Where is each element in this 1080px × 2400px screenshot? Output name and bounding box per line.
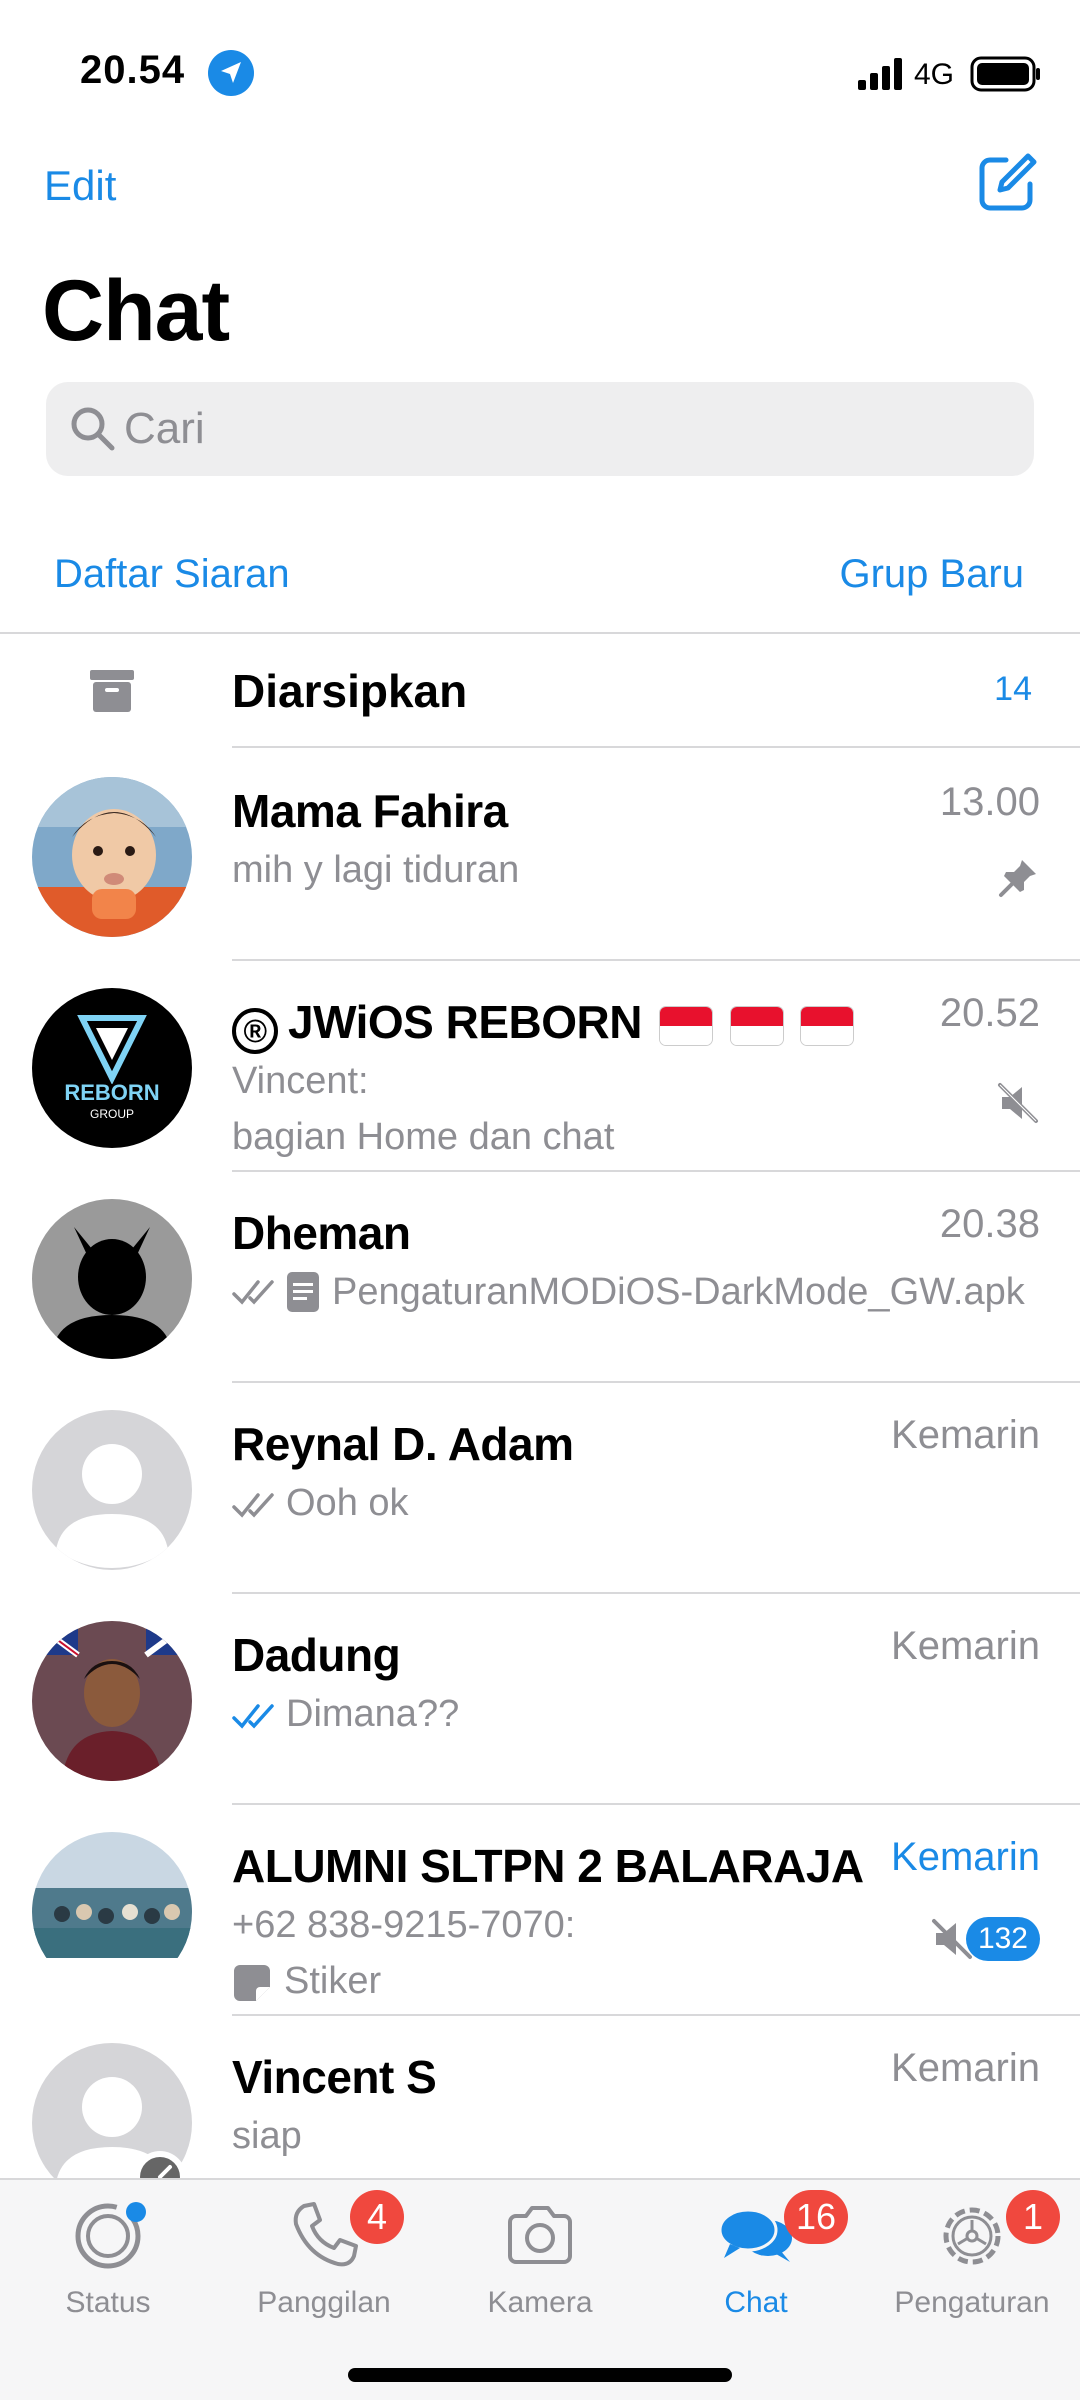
edit-button[interactable]: Edit: [44, 162, 116, 210]
unread-badge: 132: [965, 1917, 1040, 1961]
status-time: 20.54: [80, 48, 186, 92]
tab-label: Panggilan: [257, 2286, 391, 2319]
chat-time: 13.00: [939, 780, 1040, 824]
mute-icon: [998, 1083, 1038, 1123]
double-check-icon: [232, 1493, 274, 1518]
avatar: REBORN GROUP: [32, 988, 192, 1148]
camera-icon: [508, 2206, 572, 2264]
chat-badge: 16: [784, 2190, 849, 2244]
compose-icon[interactable]: [976, 152, 1038, 214]
chat-message: Ooh ok: [232, 1475, 1032, 1531]
document-icon: [287, 1272, 319, 1312]
search-bar[interactable]: [46, 382, 1034, 476]
chat-message: PengaturanMODiOS-DarkMode_GW.apk: [232, 1264, 1032, 1320]
location-icon: [208, 50, 254, 96]
network-type: 4G: [914, 58, 955, 91]
pin-icon: [999, 860, 1036, 897]
chat-row[interactable]: Dadung Kemarin Dimana??: [0, 1594, 1080, 1805]
chat-sender: Vincent:: [232, 1060, 369, 1102]
avatar: [32, 1832, 192, 1992]
chat-message-text: Stiker: [284, 1960, 382, 2002]
double-check-blue-icon: [232, 1704, 274, 1729]
sticker-icon: [234, 1964, 270, 2001]
chat-message-text: Dimana??: [286, 1693, 460, 1735]
archived-count: 14: [994, 670, 1032, 708]
chat-message-text: bagian Home dan chat: [232, 1116, 615, 1158]
tab-chat[interactable]: 16 Chat: [666, 2190, 849, 2348]
avatar: [32, 777, 192, 937]
search-input[interactable]: [124, 382, 1004, 476]
chat-bubbles-icon: [718, 2208, 792, 2262]
search-icon: [71, 407, 115, 451]
chat-message: siap: [232, 2115, 302, 2157]
chat-message: +62 838-9215-7070: Stiker: [232, 1897, 1032, 2009]
status-bar: 20.54 4G: [0, 0, 1080, 140]
battery-icon: [970, 56, 1040, 92]
archived-label: Diarsipkan: [232, 665, 468, 717]
avatar: [32, 1410, 192, 1570]
svg-text:GROUP: GROUP: [90, 1107, 134, 1121]
chat-message: Dimana??: [232, 1686, 1032, 1742]
tab-status[interactable]: Status: [18, 2198, 198, 2348]
chat-row[interactable]: Reynal D. Adam Kemarin Ooh ok: [0, 1383, 1080, 1594]
avatar: [32, 1621, 192, 1781]
chat-message: Vincent: bagian Home dan chat: [232, 1053, 1032, 1165]
chat-message-text: PengaturanMODiOS-DarkMode_GW.apk: [332, 1271, 1025, 1313]
gear-icon: [943, 2207, 1001, 2265]
chat-name-text: JWiOS REBORN: [288, 996, 642, 1048]
registered-prefix: ®: [232, 1008, 278, 1054]
tab-bar: Status 4 Panggilan Kamera 16 Chat 1 Peng…: [0, 2178, 1080, 2400]
status-new-dot: [126, 2202, 146, 2222]
flag-indonesia-icon: [660, 1006, 713, 1045]
page-title: Chat: [42, 263, 230, 359]
new-group-link[interactable]: Grup Baru: [839, 552, 1024, 597]
tab-label: Chat: [724, 2286, 788, 2319]
svg-text:REBORN: REBORN: [64, 1080, 159, 1105]
archived-row[interactable]: Diarsipkan 14: [0, 634, 1080, 748]
chat-name: Dheman: [232, 1207, 411, 1259]
chat-row[interactable]: REBORN GROUP ® JWiOS REBORN 20.52 Vincent…: [0, 961, 1080, 1172]
tab-label: Kamera: [487, 2286, 593, 2319]
chat-row[interactable]: Dheman 20.38 PengaturanMODiOS-DarkMode_G…: [0, 1172, 1080, 1383]
chat-time: Kemarin: [891, 2046, 1040, 2090]
calls-badge: 4: [350, 2190, 404, 2244]
divider: [232, 746, 1080, 748]
chat-time: Kemarin: [891, 1835, 1040, 1879]
chat-row[interactable]: Mama Fahira 13.00 mih y lagi tiduran: [0, 750, 1080, 961]
archive-box-icon: [90, 670, 134, 712]
chat-time: 20.52: [939, 991, 1040, 1035]
tab-label: Pengaturan: [894, 2286, 1050, 2319]
chat-time: Kemarin: [891, 1413, 1040, 1457]
chat-time: Kemarin: [891, 1624, 1040, 1668]
chat-message-text: Ooh ok: [286, 1482, 409, 1524]
double-check-icon: [232, 1280, 274, 1305]
chat-name: ALUMNI SLTPN 2 BALARAJA: [232, 1840, 864, 1892]
tab-label: Status: [65, 2286, 151, 2319]
broadcast-list-link[interactable]: Daftar Siaran: [54, 552, 290, 597]
avatar: [32, 1199, 192, 1359]
chat-name: Reynal D. Adam: [232, 1418, 574, 1470]
chat-row[interactable]: ALUMNI SLTPN 2 BALARAJA Kemarin +62 838-…: [0, 1805, 1080, 2016]
home-indicator[interactable]: [348, 2368, 732, 2382]
chat-message: mih y lagi tiduran: [232, 849, 520, 891]
settings-badge: 1: [1006, 2190, 1060, 2244]
signal-icon: [858, 58, 902, 90]
chat-name: Mama Fahira: [232, 785, 508, 837]
tab-camera[interactable]: Kamera: [450, 2198, 630, 2348]
chat-name: Vincent S: [232, 2051, 437, 2103]
flag-indonesia-icon: [730, 1006, 783, 1045]
chat-sender: +62 838-9215-7070:: [232, 1904, 576, 1946]
tab-settings[interactable]: 1 Pengaturan: [882, 2190, 1062, 2348]
chat-time: 20.38: [939, 1202, 1040, 1246]
chat-name: ® JWiOS REBORN: [232, 995, 853, 1054]
tab-calls[interactable]: 4 Panggilan: [234, 2190, 414, 2348]
flag-indonesia-icon: [800, 1006, 853, 1045]
chat-name: Dadung: [232, 1629, 401, 1681]
